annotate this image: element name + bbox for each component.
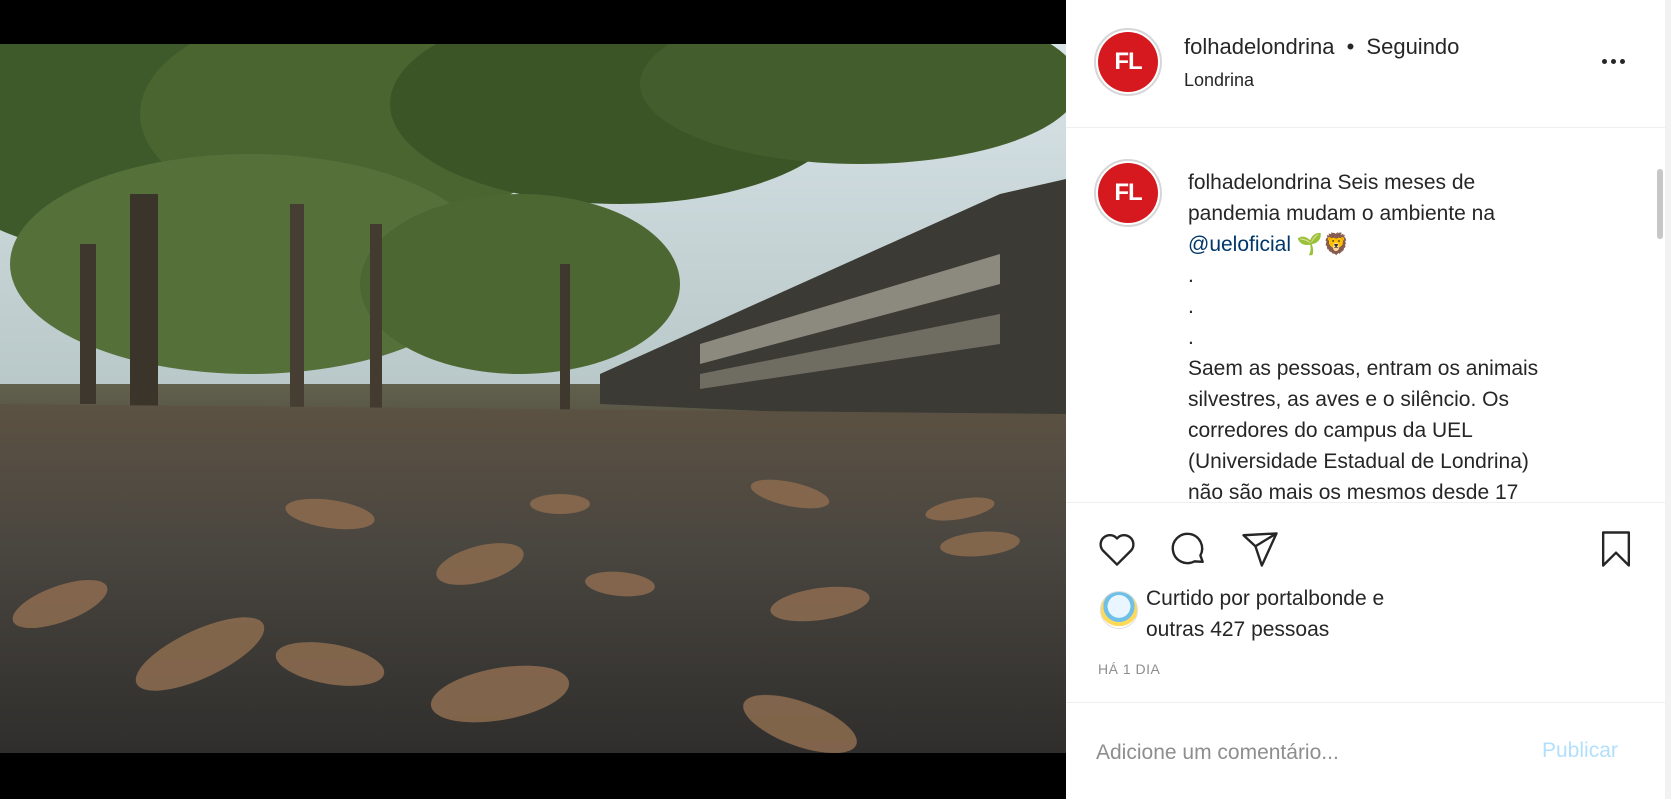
author-avatar-logo: FL	[1098, 32, 1158, 92]
caption-mention-link[interactable]: @ueloficial	[1188, 233, 1291, 256]
more-options-icon[interactable]	[1602, 56, 1632, 66]
likes-text[interactable]: Curtido por portalbonde e outras 427 pes…	[1146, 583, 1384, 645]
likes-summary: Curtido por portalbonde e outras 427 pes…	[1100, 583, 1640, 647]
comment-bar: Publicar	[1066, 702, 1671, 799]
author-avatar[interactable]: FL	[1094, 28, 1162, 96]
author-username[interactable]: folhadelondrina	[1184, 34, 1334, 59]
caption-dot-line: .	[1188, 295, 1194, 318]
likes-line-2: outras 427 pessoas	[1146, 618, 1330, 641]
share-icon[interactable]	[1238, 527, 1282, 571]
likes-line-1: Curtido por portalbonde e	[1146, 587, 1385, 610]
follow-status-button[interactable]: Seguindo	[1366, 34, 1459, 59]
post-photo[interactable]	[0, 44, 1066, 753]
caption-author-avatar[interactable]: FL	[1094, 159, 1162, 227]
post-actions: Curtido por portalbonde e outras 427 pes…	[1066, 502, 1671, 702]
publish-button[interactable]: Publicar	[1542, 739, 1618, 763]
caption-dot-line: .	[1188, 264, 1194, 287]
caption-area[interactable]: FL folhadelondrina Seis meses de pandemi…	[1066, 129, 1671, 501]
heart-icon[interactable]	[1095, 527, 1139, 571]
post-header: FL folhadelondrina • Seguindo Londrina	[1066, 0, 1671, 128]
media-panel	[0, 0, 1066, 799]
liker-avatar[interactable]	[1100, 591, 1138, 629]
caption-body: Saem as pessoas, entram os animais silve…	[1188, 357, 1539, 501]
caption-avatar-logo: FL	[1098, 163, 1158, 223]
comment-input[interactable]	[1096, 733, 1516, 773]
post-timestamp[interactable]: HÁ 1 DIA	[1098, 661, 1160, 677]
bookmark-icon[interactable]	[1594, 527, 1638, 571]
window-edge	[1665, 0, 1671, 799]
more-dot	[1620, 58, 1625, 64]
more-dot	[1602, 58, 1607, 64]
caption-emoji: 🌱🦁	[1296, 233, 1350, 256]
more-dot	[1611, 58, 1616, 64]
comment-icon[interactable]	[1166, 527, 1210, 571]
post-location[interactable]: Londrina	[1184, 70, 1254, 91]
post-side-panel: FL folhadelondrina • Seguindo Londrina F…	[1066, 0, 1671, 799]
caption-username[interactable]: folhadelondrina	[1188, 171, 1332, 194]
separator-dot: •	[1346, 34, 1355, 59]
author-line: folhadelondrina • Seguindo	[1184, 34, 1459, 60]
caption-dot-line: .	[1188, 326, 1194, 349]
campus-photo-illustration	[0, 44, 1066, 753]
caption-text: folhadelondrina Seis meses de pandemia m…	[1188, 167, 1568, 501]
caption-scrollbar[interactable]	[1657, 169, 1663, 239]
